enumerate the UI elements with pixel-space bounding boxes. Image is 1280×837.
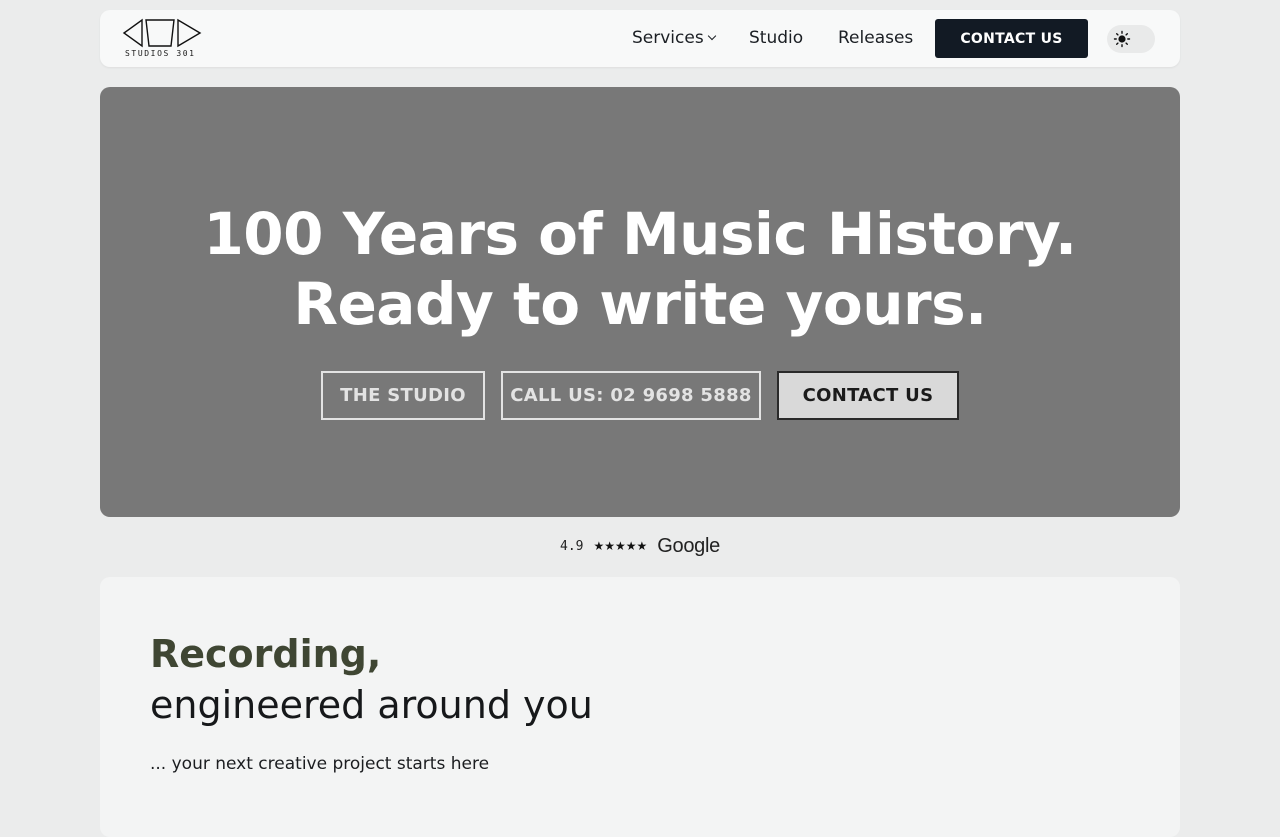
- studios-301-logo[interactable]: STUDIOS 301: [122, 18, 202, 62]
- rating-score: 4.9: [560, 538, 584, 554]
- nav-services-dropdown[interactable]: Services: [632, 28, 716, 48]
- nav-services-label: Services: [632, 28, 704, 48]
- star-rating-icon: ★★★★★: [593, 539, 648, 553]
- the-studio-button[interactable]: THE STUDIO: [321, 371, 485, 420]
- call-us-button[interactable]: CALL US: 02 9698 5888: [501, 371, 761, 420]
- logo-text: STUDIOS 301: [125, 49, 196, 58]
- top-nav: STUDIOS 301 Services Studio Releases CON…: [100, 10, 1180, 67]
- hero-banner: 100 Years of Music History. Ready to wri…: [100, 87, 1180, 517]
- hero-title-line-2: Ready to write yours.: [293, 270, 987, 338]
- section-subheading: engineered around you: [150, 683, 593, 727]
- nav-releases-link[interactable]: Releases: [838, 28, 913, 48]
- nav-contact-button[interactable]: CONTACT US: [935, 19, 1088, 58]
- logo-mark: [122, 18, 202, 48]
- google-logo: Google: [657, 534, 720, 557]
- google-rating[interactable]: 4.9 ★★★★★ Google: [560, 535, 720, 557]
- recording-section: Recording, engineered around you ... you…: [100, 577, 1180, 837]
- hero-title: 100 Years of Music History. Ready to wri…: [100, 199, 1180, 339]
- hero-title-line-1: 100 Years of Music History.: [203, 200, 1077, 268]
- chevron-down-icon: [707, 31, 716, 41]
- section-heading: Recording,: [150, 632, 382, 676]
- nav-studio-link[interactable]: Studio: [749, 28, 803, 48]
- theme-toggle[interactable]: [1107, 25, 1155, 53]
- sun-icon: [1113, 30, 1131, 48]
- section-tagline: ... your next creative project starts he…: [150, 754, 490, 774]
- hero-contact-button[interactable]: CONTACT US: [777, 371, 959, 420]
